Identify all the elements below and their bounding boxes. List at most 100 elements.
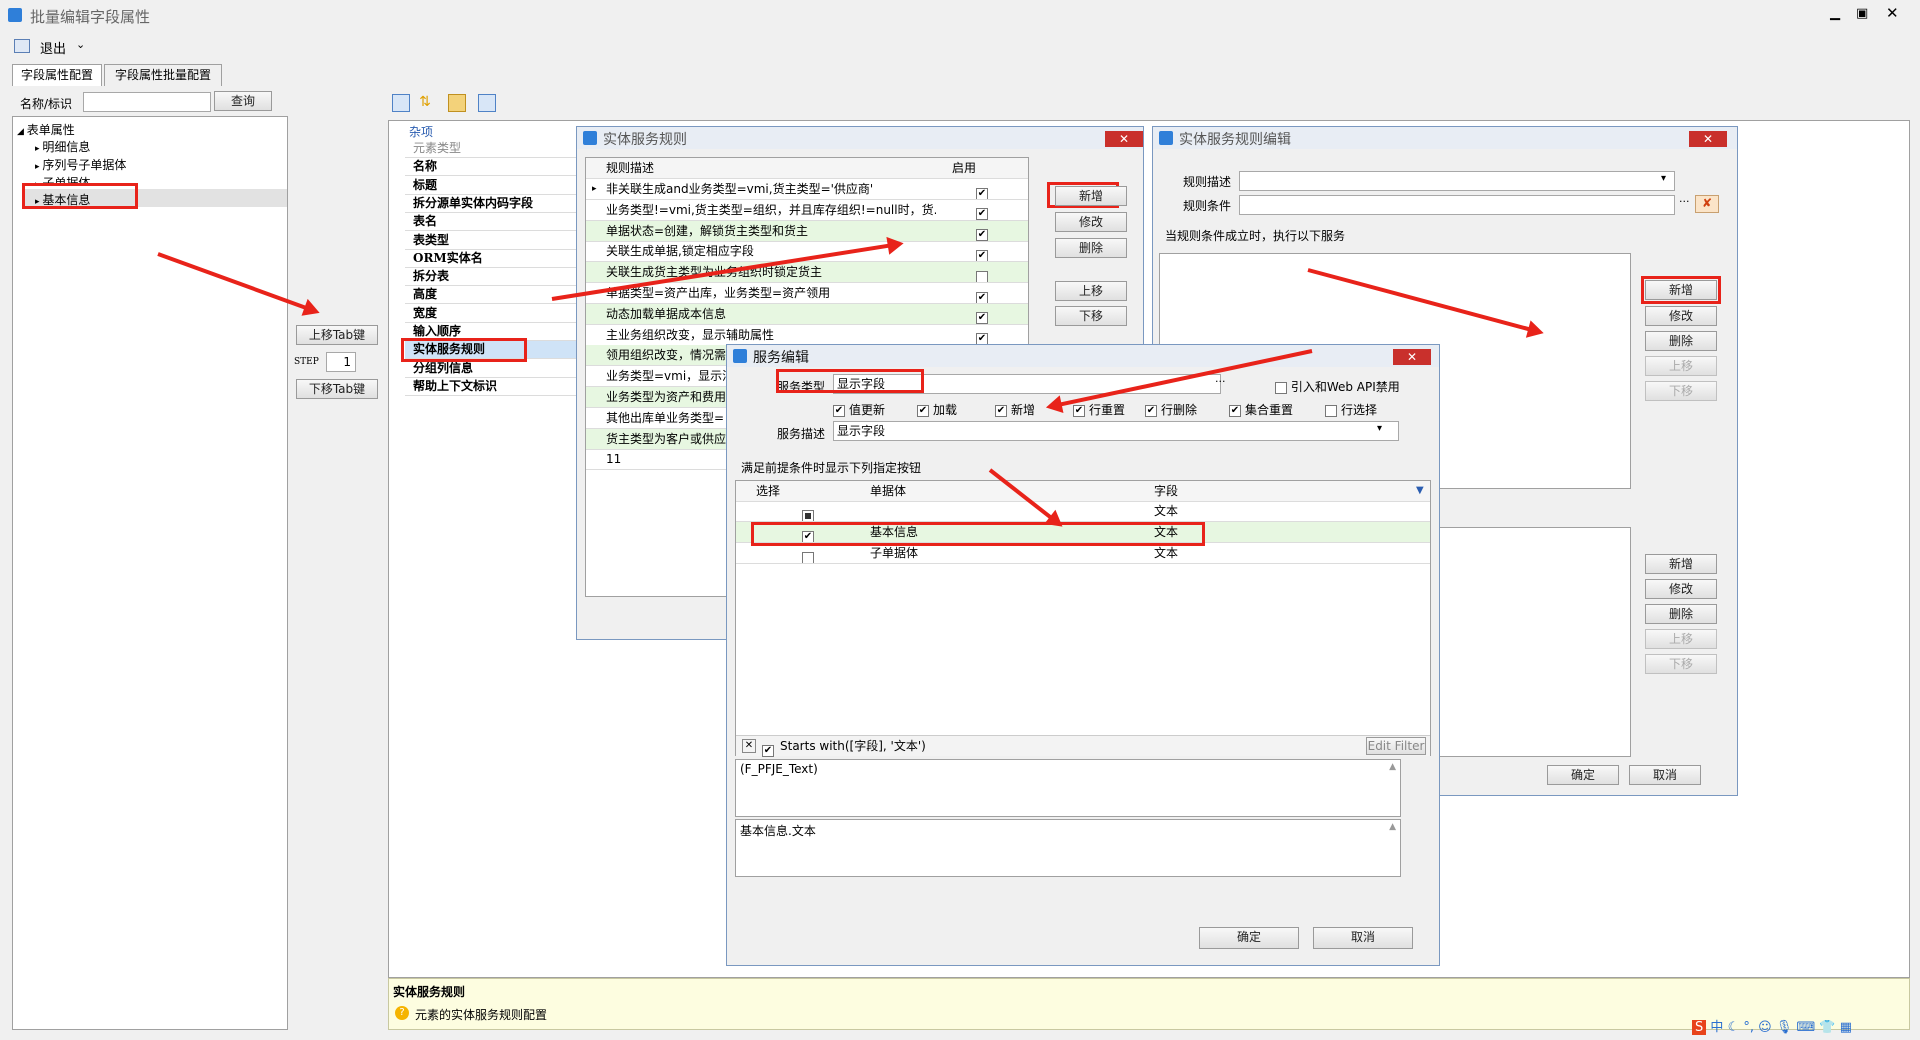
edit-filter-button[interactable]: Edit Filter [1366,737,1426,755]
prop-row[interactable]: 元素类型 [405,140,585,158]
filter-icon[interactable]: ▼ [1416,481,1424,501]
prop-row[interactable]: 帮助上下文标识 [405,378,585,396]
skin-icon[interactable]: 👕 [1819,1020,1835,1035]
emoji-icon[interactable]: ☺ [1758,1020,1772,1035]
prop-row[interactable]: 拆分表 [405,268,585,287]
option-checkbox[interactable]: ✔ [1145,404,1157,417]
minimize-icon[interactable]: ▁ [1830,6,1840,21]
svc-row[interactable]: 子单据体 文本 [736,543,1430,564]
rules-up-button[interactable]: 上移 [1055,281,1127,301]
option-3[interactable]: ✔ 行重置 [1073,401,1125,418]
tree-item[interactable]: ▸ 序列号子单据体 [35,156,126,173]
option-checkbox[interactable]: ✔ [917,404,929,417]
enabled-checkbox[interactable]: ✔ [976,208,988,220]
webapi-option[interactable]: 引入和Web API禁用 [1275,378,1400,395]
edit2-add-button[interactable]: 新增 [1645,554,1717,574]
enabled-checkbox[interactable]: ✔ [976,187,988,199]
rules-edit-button[interactable]: 修改 [1055,212,1127,232]
option-checkbox[interactable]: ✔ [833,404,845,417]
select-checkbox[interactable] [802,551,814,563]
close-icon[interactable]: ✕ [1886,4,1899,22]
enabled-checkbox[interactable] [976,270,988,283]
option-1[interactable]: ✔ 加载 [917,401,957,418]
rule-desc-input[interactable] [1239,171,1675,191]
edit2-up-button[interactable]: 上移 [1645,629,1717,649]
prop-row[interactable]: 拆分源单实体内码字段 [405,195,585,213]
service-ok-button[interactable]: 确定 [1199,927,1299,949]
option-2[interactable]: ✔ 新增 [995,401,1035,418]
option-6[interactable]: 行选择 [1325,401,1377,418]
option-checkbox[interactable]: ✔ [1073,404,1085,417]
rule-cond-input[interactable] [1239,195,1675,215]
punct-icon[interactable]: °, [1743,1020,1754,1035]
webapi-checkbox[interactable] [1275,381,1287,394]
prop-row[interactable]: 分组列信息 [405,360,585,378]
edit-modify-button[interactable]: 修改 [1645,306,1717,326]
name-search-input[interactable] [83,92,211,112]
enabled-checkbox[interactable]: ✔ [976,312,988,324]
prop-row[interactable]: ORM实体名 [405,250,585,268]
expand-icon[interactable]: ◢ [17,127,27,137]
tab-field-config[interactable]: 字段属性配置 [12,64,102,86]
close-icon[interactable]: ✕ [1393,349,1431,365]
edit-up-button[interactable]: 上移 [1645,356,1717,376]
service-cancel-button[interactable]: 取消 [1313,927,1413,949]
option-checkbox[interactable] [1325,404,1337,417]
rule-row[interactable]: 单据状态=创建，解锁货主类型和货主 ✔ [586,220,1028,242]
rules-delete-button[interactable]: 删除 [1055,238,1127,258]
ime-chinese-icon[interactable]: 中 [1710,1020,1723,1035]
edit2-delete-button[interactable]: 删除 [1645,604,1717,624]
scroll-icon[interactable]: ▲ [1389,762,1396,772]
rules-down-button[interactable]: 下移 [1055,306,1127,326]
edit-ok-button[interactable]: 确定 [1547,765,1619,785]
categorized-icon[interactable] [392,94,410,112]
rule-row[interactable]: 主业务组织改变，显示辅助属性 ✔ [586,325,1028,346]
sort-icon[interactable]: ⇅ [416,94,434,112]
option-checkbox[interactable]: ✔ [995,404,1007,417]
chevron-down-icon[interactable]: ▾ [1377,423,1382,434]
edit-icon[interactable] [448,94,466,112]
prop-row[interactable]: 宽度 [405,305,585,323]
query-button[interactable]: 查询 [214,91,272,111]
step-input[interactable]: 1 [326,352,356,372]
prop-row[interactable]: 表类型 [405,232,585,250]
tab-batch-config[interactable]: 字段属性批量配置 [104,64,222,86]
sogou-icon[interactable]: S [1692,1020,1707,1035]
prop-row[interactable]: 表名 [405,213,585,232]
close-icon[interactable]: ✕ [1689,131,1727,147]
rule-row[interactable]: 动态加载单据成本信息 ✔ [586,303,1028,325]
edit2-modify-button[interactable]: 修改 [1645,579,1717,599]
enabled-checkbox[interactable]: ✔ [976,229,988,241]
rule-row[interactable]: 单据类型=资产出库，业务类型=资产领用 ✔ [586,283,1028,304]
option-0[interactable]: ✔ 值更新 [833,401,885,418]
rule-row[interactable]: 业务类型!=vmi,货主类型=组织，并且库存组织!=null时，货... ✔ [586,200,1028,221]
option-checkbox[interactable]: ✔ [1229,404,1241,417]
chevron-down-icon[interactable]: ⌄ [76,38,85,51]
select-checkbox[interactable] [802,509,814,521]
move-up-tab-button[interactable]: 上移Tab键 [296,325,378,345]
ellipsis-icon[interactable]: ··· [1215,375,1226,388]
rule-row[interactable]: 非关联生成and业务类型=vmi,货主类型='供应商' ✔ ▸ [586,179,1028,200]
scroll-icon[interactable]: ▲ [1389,822,1396,832]
move-down-tab-button[interactable]: 下移Tab键 [296,379,378,399]
property-page-icon[interactable] [478,94,496,112]
option-5[interactable]: ✔ 集合重置 [1229,401,1293,418]
keyboard-icon[interactable]: ⌨ [1797,1020,1816,1035]
close-icon[interactable]: ✕ [1105,131,1143,147]
edit2-down-button[interactable]: 下移 [1645,654,1717,674]
expr-text-1[interactable]: (F_PFJE_Text) ▲ [735,759,1401,817]
chevron-down-icon[interactable]: ▾ [1661,173,1666,184]
edit-down-button[interactable]: 下移 [1645,381,1717,401]
mic-icon[interactable]: 🎙 [1776,1020,1793,1035]
svc-row[interactable]: 文本 [736,501,1430,522]
ellipsis-icon[interactable]: ··· [1679,195,1690,208]
service-desc-select[interactable]: 显示字段 [833,421,1399,441]
tree-root[interactable]: ◢ 表单属性 [17,121,75,138]
edit-cancel-button[interactable]: 取消 [1629,765,1701,785]
enabled-checkbox[interactable]: ✔ [976,291,988,303]
grid-icon[interactable]: ▦ [1840,1020,1852,1035]
edit-delete-button[interactable]: 删除 [1645,331,1717,351]
option-4[interactable]: ✔ 行删除 [1145,401,1197,418]
edit-add-button[interactable]: 新增 [1645,280,1717,300]
prop-row[interactable]: 标题 [405,177,585,195]
